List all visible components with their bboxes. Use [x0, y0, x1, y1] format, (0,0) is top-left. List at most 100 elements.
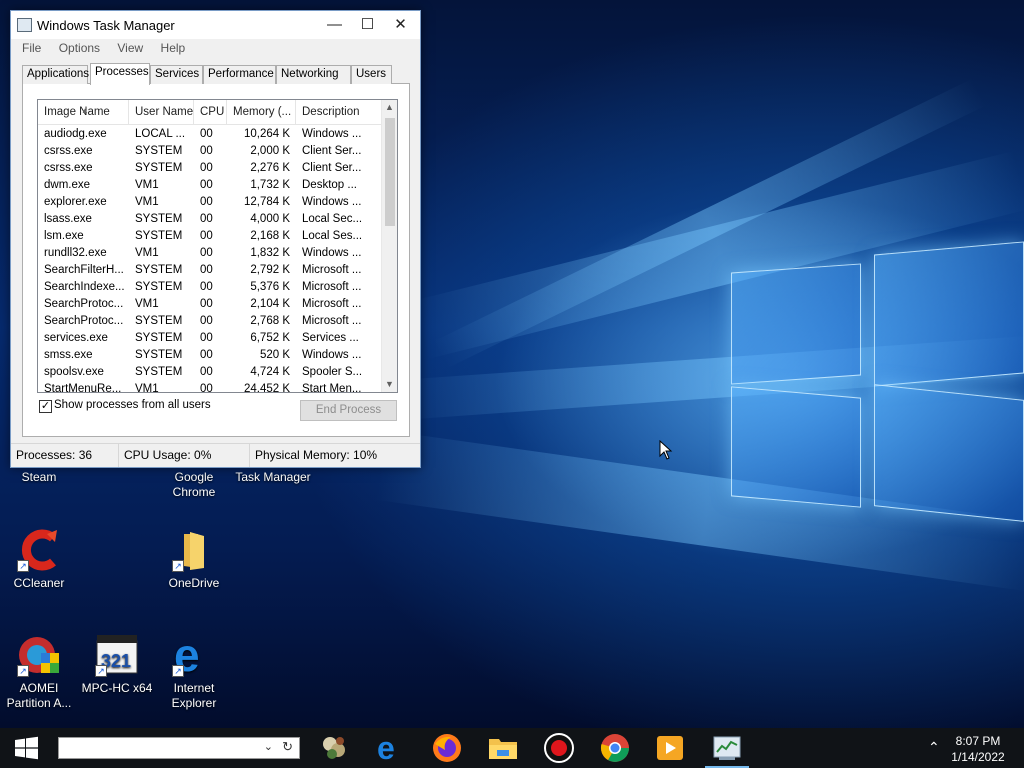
record-icon[interactable] — [543, 732, 575, 764]
clock[interactable]: 8:07 PM 1/14/2022 — [948, 733, 1008, 765]
cell-memory: 24,452 K — [243, 383, 290, 393]
cell-memory: 1,832 K — [250, 247, 290, 259]
cell-user-name: LOCAL ... — [135, 128, 186, 140]
table-row[interactable]: SearchFilterH... SYSTEM 00 2,792 K Microsoft… — [38, 262, 383, 279]
tab-processes[interactable]: Processes — [90, 63, 150, 85]
tab-applications[interactable]: Applications — [22, 65, 89, 84]
cell-memory: 12,784 K — [243, 196, 290, 208]
search-box[interactable]: ⌄ ↻ — [58, 737, 300, 759]
cell-description: Local Sec... — [302, 213, 363, 225]
media-player-icon[interactable] — [654, 732, 686, 764]
cell-description: Microsoft ... — [302, 315, 362, 327]
desktop-icon-onedrive[interactable]: ↗ OneDrive — [154, 528, 234, 591]
tab-networking[interactable]: Networking — [276, 65, 351, 84]
title-bar[interactable]: Windows Task Manager — ☐ ✕ — [11, 11, 420, 39]
refresh-icon[interactable]: ↻ — [282, 739, 293, 755]
cell-description: Microsoft ... — [302, 298, 362, 310]
vertical-scrollbar[interactable]: ▲ ▼ — [381, 100, 397, 392]
table-row[interactable]: csrss.exe SYSTEM 00 2,276 K Client Ser... — [38, 160, 383, 177]
tab-services[interactable]: Services — [150, 65, 203, 84]
cell-image-name: lsm.exe — [44, 230, 84, 242]
maximize-button[interactable]: ☐ — [351, 11, 384, 39]
cell-user-name: SYSTEM — [135, 162, 183, 174]
scroll-down-icon[interactable]: ▼ — [382, 377, 397, 392]
cell-user-name: SYSTEM — [135, 315, 183, 327]
window-title: Windows Task Manager — [37, 18, 175, 33]
edge-icon[interactable]: e — [374, 730, 406, 766]
cell-memory: 6,752 K — [250, 332, 290, 344]
firefox-icon[interactable] — [431, 732, 463, 764]
cell-memory: 5,376 K — [250, 281, 290, 293]
start-button[interactable] — [0, 728, 52, 768]
cell-description: Client Ser... — [302, 162, 362, 174]
file-explorer-icon[interactable] — [487, 732, 519, 764]
minimize-button[interactable]: — — [318, 11, 351, 39]
column-header-image-name[interactable]: ▲ Image Name — [38, 100, 129, 125]
wallpaper-logo-pane — [874, 241, 1024, 387]
close-button[interactable]: ✕ — [384, 11, 417, 39]
menu-options[interactable]: Options — [52, 39, 107, 57]
cell-cpu: 00 — [200, 145, 213, 157]
table-row[interactable]: services.exe SYSTEM 00 6,752 K Services ... — [38, 330, 383, 347]
table-row[interactable]: SearchProtoc... VM1 00 2,104 K Microsoft ... — [38, 296, 383, 313]
scroll-up-icon[interactable]: ▲ — [382, 100, 397, 115]
table-row[interactable]: dwm.exe VM1 00 1,732 K Desktop ... — [38, 177, 383, 194]
column-header-cpu[interactable]: CPU — [194, 100, 227, 125]
table-row[interactable]: explorer.exe VM1 00 12,784 K Windows ... — [38, 194, 383, 211]
cell-cpu: 00 — [200, 281, 213, 293]
cell-cpu: 00 — [200, 196, 213, 208]
table-row[interactable]: csrss.exe SYSTEM 00 2,000 K Client Ser... — [38, 143, 383, 160]
cell-image-name: dwm.exe — [44, 179, 91, 191]
desktop-icon-chrome[interactable]: Google Chrome — [154, 470, 234, 500]
task-manager-window[interactable]: Windows Task Manager — ☐ ✕ File Options … — [10, 10, 421, 468]
chrome-icon[interactable] — [599, 732, 631, 764]
cell-user-name: SYSTEM — [135, 349, 183, 361]
cell-image-name: SearchIndexe... — [44, 281, 125, 293]
table-row[interactable]: lsass.exe SYSTEM 00 4,000 K Local Sec... — [38, 211, 383, 228]
game-icon[interactable] — [318, 732, 350, 764]
column-header-memory[interactable]: Memory (... — [227, 100, 296, 125]
menu-file[interactable]: File — [15, 39, 48, 57]
cell-cpu: 00 — [200, 179, 213, 191]
tab-performance[interactable]: Performance — [203, 65, 276, 84]
menu-help[interactable]: Help — [154, 39, 193, 57]
desktop-icon-steam[interactable]: Steam — [0, 470, 79, 485]
scroll-thumb[interactable] — [385, 118, 395, 226]
show-all-users-checkbox[interactable]: ✓ — [39, 400, 52, 413]
clock-date: 1/14/2022 — [951, 750, 1005, 764]
table-row[interactable]: smss.exe SYSTEM 00 520 K Windows ... — [38, 347, 383, 364]
desktop-icon-ccleaner[interactable]: ↗ CCleaner — [0, 528, 79, 591]
status-physical-memory: Physical Memory: 10% — [255, 448, 378, 462]
column-header-description[interactable]: Description — [296, 100, 383, 125]
desktop-icon-task-manager[interactable]: Task Manager — [228, 470, 318, 485]
table-row[interactable]: spoolsv.exe SYSTEM 00 4,724 K Spooler S... — [38, 364, 383, 381]
task-manager-icon — [713, 736, 741, 760]
table-row[interactable]: lsm.exe SYSTEM 00 2,168 K Local Ses... — [38, 228, 383, 245]
cell-user-name: SYSTEM — [135, 366, 183, 378]
status-bar: Processes: 36 CPU Usage: 0% Physical Mem… — [11, 443, 420, 467]
table-row[interactable]: StartMenuRe... VM1 00 24,452 K Start Men... — [38, 381, 383, 393]
desktop-icon-mpc-hc[interactable]: 321 ↗ MPC-HC x64 — [77, 633, 157, 696]
task-manager-taskbar-button[interactable] — [705, 732, 749, 768]
cell-user-name: SYSTEM — [135, 264, 183, 276]
cell-image-name: services.exe — [44, 332, 108, 344]
menu-view[interactable]: View — [110, 39, 150, 57]
cell-description: Start Men... — [302, 383, 362, 393]
process-list[interactable]: ▲ Image Name User Name CPU Memory (... De… — [37, 99, 398, 393]
desktop-icon-aomei[interactable]: ↗ AOMEI Partition A... — [0, 633, 79, 711]
desktop-icon-internet-explorer[interactable]: e ↗ Internet Explorer — [154, 629, 234, 711]
cell-image-name: StartMenuRe... — [44, 383, 122, 393]
table-row[interactable]: audiodg.exe LOCAL ... 00 10,264 K Windows ..… — [38, 126, 383, 143]
chevron-down-icon[interactable]: ⌄ — [264, 740, 273, 753]
tab-users[interactable]: Users — [351, 65, 392, 84]
end-process-button[interactable]: End Process — [300, 400, 397, 421]
column-header-user-name[interactable]: User Name — [129, 100, 194, 125]
cell-image-name: rundll32.exe — [44, 247, 107, 259]
table-row[interactable]: SearchProtoc... SYSTEM 00 2,768 K Microsoft … — [38, 313, 383, 330]
table-row[interactable]: rundll32.exe VM1 00 1,832 K Windows ... — [38, 245, 383, 262]
chevron-up-icon[interactable]: ⌃ — [928, 739, 940, 756]
table-row[interactable]: SearchIndexe... SYSTEM 00 5,376 K Microsoft … — [38, 279, 383, 296]
desktop-icon-label: AOMEI Partition A... — [6, 681, 72, 710]
desktop-icon-label: Task Manager — [235, 470, 311, 484]
cell-memory: 2,792 K — [250, 264, 290, 276]
